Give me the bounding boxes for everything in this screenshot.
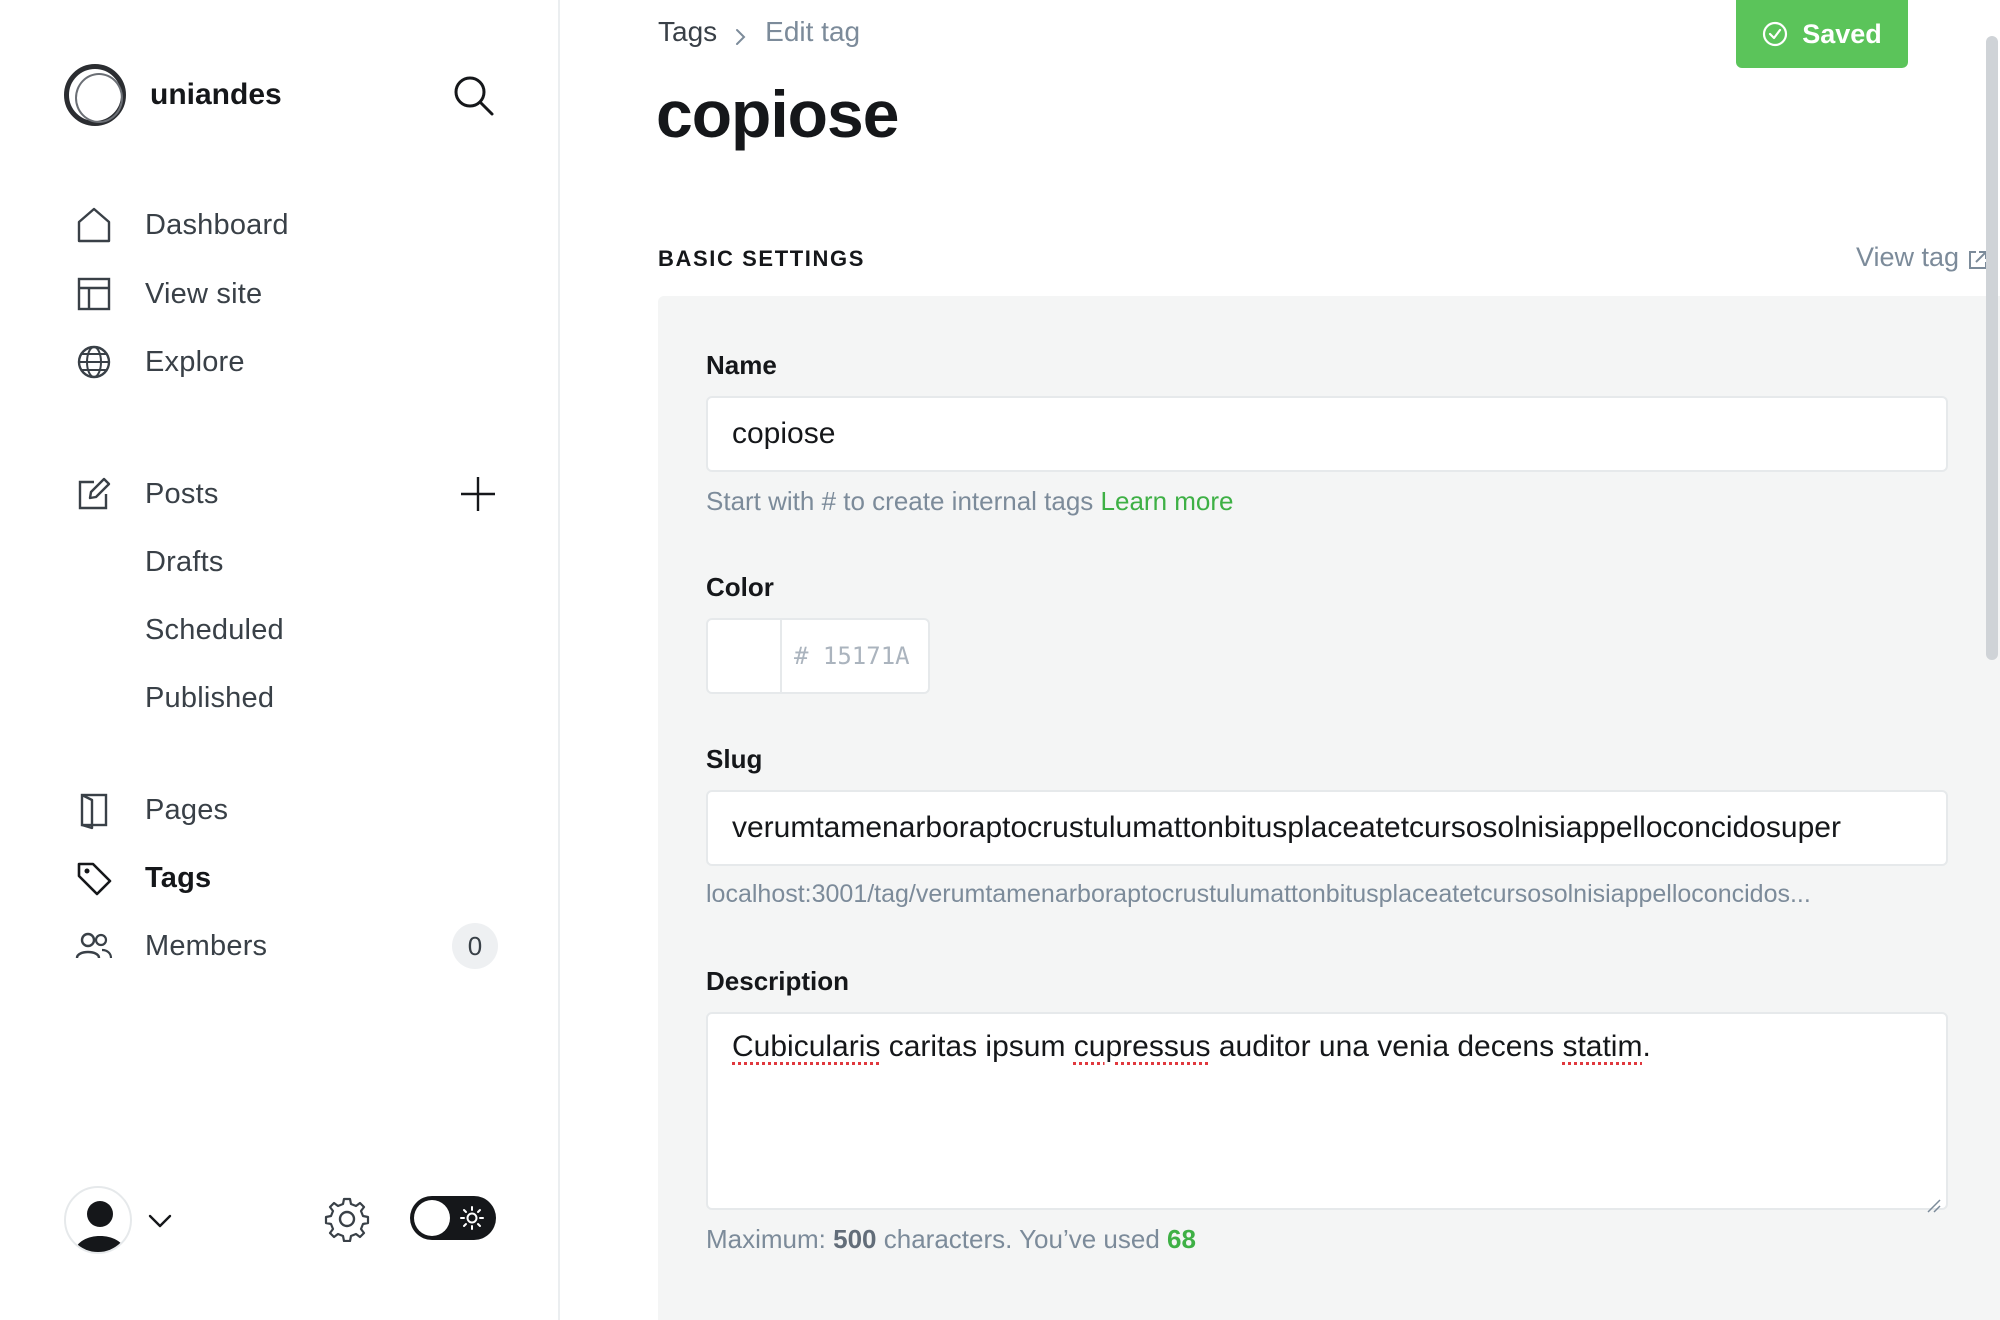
desc-text: .	[1642, 1030, 1651, 1063]
desc-text: caritas ipsum	[880, 1030, 1074, 1063]
learn-more-link[interactable]: Learn more	[1101, 486, 1234, 516]
home-icon	[74, 205, 114, 245]
view-tag-label: View tag	[1856, 242, 1960, 272]
nav-label: Posts	[145, 477, 219, 510]
nav-tags[interactable]: Tags	[0, 848, 560, 908]
nav-view-site[interactable]: View site	[0, 264, 560, 324]
nav-label: Pages	[145, 793, 229, 826]
chevron-right-icon	[731, 22, 751, 45]
nav-label: View site	[145, 277, 263, 310]
sun-icon	[460, 1206, 484, 1230]
slug-label: Slug	[706, 744, 763, 774]
nav-scheduled[interactable]: Scheduled	[0, 600, 560, 660]
color-swatch[interactable]	[708, 620, 782, 692]
theme-toggle[interactable]	[410, 1196, 496, 1240]
nav-label: Explore	[145, 345, 245, 378]
slug-url-preview: localhost:3001/tag/verumtamenarboraptocr…	[706, 880, 1811, 908]
hint-used: 68	[1167, 1224, 1196, 1254]
color-hex-input[interactable]: # 15171A	[782, 620, 910, 692]
color-label: Color	[706, 572, 774, 602]
hint-max: 500	[833, 1224, 877, 1254]
toggle-knob	[414, 1200, 450, 1236]
desc-text: auditor una venia decens	[1210, 1030, 1563, 1063]
nav-drafts[interactable]: Drafts	[0, 532, 560, 592]
check-circle-icon	[1762, 21, 1788, 47]
breadcrumb-current: Edit tag	[765, 16, 861, 47]
description-label: Description	[706, 966, 850, 996]
page-icon	[74, 790, 114, 830]
brand-logo	[64, 64, 126, 126]
desc-word: statim	[1562, 1030, 1643, 1063]
name-hint-text: Start with # to create internal tags	[706, 486, 1094, 516]
nav-pages[interactable]: Pages	[0, 780, 560, 840]
search-icon[interactable]	[452, 74, 496, 118]
members-icon	[74, 926, 114, 966]
saved-button[interactable]: Saved	[1736, 0, 1908, 68]
nav-label: Scheduled	[145, 613, 284, 646]
description-textarea[interactable]: Cubicularis caritas ipsum cupressus audi…	[706, 1012, 1948, 1213]
hint-prefix: Maximum:	[706, 1224, 834, 1254]
tag-icon	[74, 858, 114, 898]
nav-label: Published	[145, 681, 275, 714]
chevron-down-icon[interactable]	[146, 1206, 174, 1234]
page-title: copiose	[656, 77, 899, 151]
resize-handle-icon[interactable]	[1926, 1188, 1942, 1213]
brand-name: uniandes	[150, 78, 282, 111]
gear-icon[interactable]	[324, 1196, 370, 1243]
add-post-icon[interactable]	[458, 474, 498, 514]
description-hint: Maximum: 500 characters. You’ve used 68	[706, 1224, 1196, 1255]
nav-label: Dashboard	[145, 208, 289, 241]
hint-mid: characters. You’ve used	[876, 1224, 1168, 1254]
user-avatar[interactable]	[64, 1186, 132, 1254]
breadcrumb: Tags Edit tag	[658, 16, 860, 48]
slug-input[interactable]: verumtamenarboraptocrustulumattonbituspl…	[706, 790, 1948, 866]
nav-posts[interactable]: Posts	[0, 464, 560, 524]
edit-icon	[74, 474, 114, 514]
color-picker[interactable]: # 15171A	[706, 618, 930, 694]
scrollbar[interactable]	[1986, 36, 1998, 660]
sidebar: uniandes Dashboard View site Explore Pos…	[0, 0, 560, 1320]
nav-label: Tags	[145, 861, 212, 894]
nav-published[interactable]: Published	[0, 668, 560, 728]
section-heading: BASIC SETTINGS	[658, 246, 865, 271]
desc-word: Cubicularis	[732, 1030, 881, 1063]
desc-word: cupressus	[1073, 1030, 1211, 1063]
nav-members[interactable]: Members 0	[0, 916, 560, 976]
name-hint: Start with # to create internal tags Lea…	[706, 486, 1234, 517]
nav-explore[interactable]: Explore	[0, 332, 560, 392]
layout-icon	[74, 274, 114, 314]
saved-label: Saved	[1802, 18, 1882, 49]
basic-settings-panel: Name copiose Start with # to create inte…	[658, 296, 2000, 1320]
name-label: Name	[706, 350, 777, 380]
main-content: Tags Edit tag copiose Saved BASIC SETTIN…	[560, 0, 2000, 1320]
nav-label: Drafts	[145, 545, 224, 578]
breadcrumb-tags-link[interactable]: Tags	[658, 16, 717, 48]
globe-icon	[74, 342, 114, 382]
view-tag-link[interactable]: View tag	[1856, 242, 1989, 273]
nav-label: Members	[145, 929, 268, 962]
members-count-badge: 0	[452, 923, 498, 969]
name-input[interactable]: copiose	[706, 396, 1948, 472]
nav-dashboard[interactable]: Dashboard	[0, 195, 560, 255]
brand[interactable]: uniandes	[64, 64, 282, 126]
